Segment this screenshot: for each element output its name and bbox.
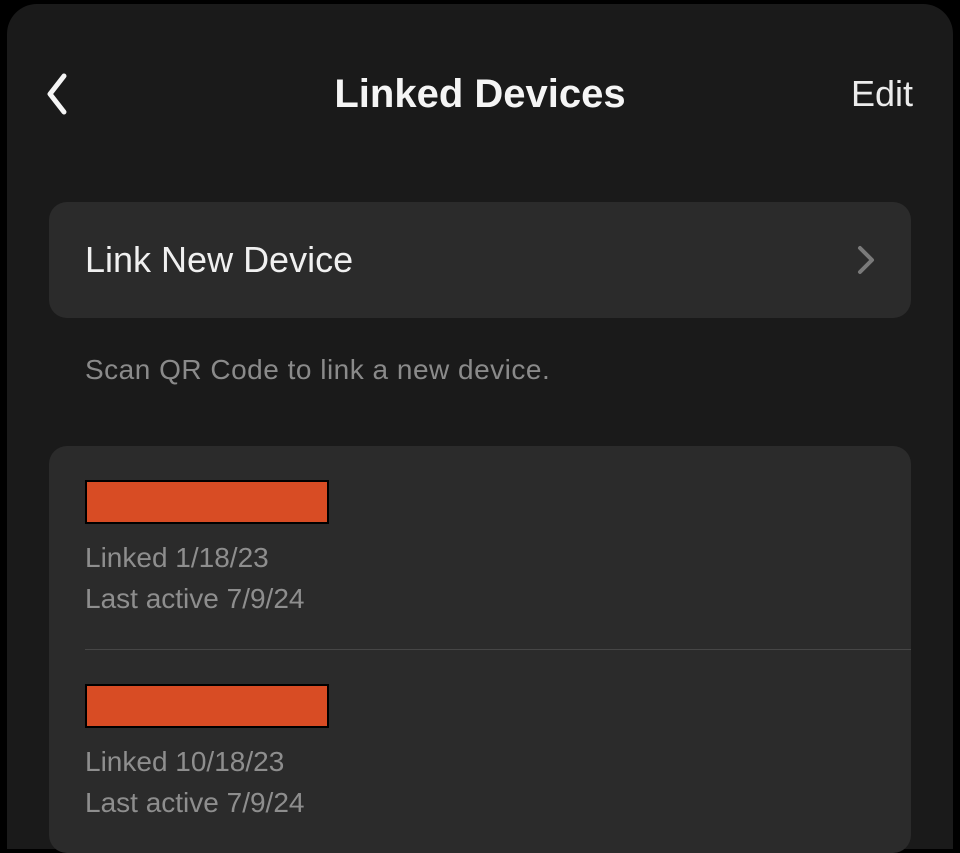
settings-page: Linked Devices Edit Link New Device Scan… xyxy=(7,4,953,849)
link-new-device-label: Link New Device xyxy=(85,239,353,281)
linked-devices-list: Linked 1/18/23 Last active 7/9/24 Linked… xyxy=(49,446,911,853)
page-title: Linked Devices xyxy=(334,72,625,117)
chevron-right-icon xyxy=(857,245,875,275)
link-new-device-row[interactable]: Link New Device xyxy=(49,202,911,318)
device-linked-date: Linked 1/18/23 xyxy=(85,538,875,579)
edit-button[interactable]: Edit xyxy=(851,73,913,115)
back-button[interactable] xyxy=(35,72,79,116)
device-linked-date: Linked 10/18/23 xyxy=(85,742,875,783)
chevron-left-icon xyxy=(44,72,70,116)
device-last-active: Last active 7/9/24 xyxy=(85,579,875,620)
redacted-device-name xyxy=(85,684,329,728)
link-new-hint: Scan QR Code to link a new device. xyxy=(85,354,911,386)
device-row[interactable]: Linked 10/18/23 Last active 7/9/24 xyxy=(49,650,911,853)
redacted-device-name xyxy=(85,480,329,524)
content-area: Link New Device Scan QR Code to link a n… xyxy=(7,134,953,853)
device-row[interactable]: Linked 1/18/23 Last active 7/9/24 xyxy=(49,446,911,649)
header-bar: Linked Devices Edit xyxy=(7,54,953,134)
device-last-active: Last active 7/9/24 xyxy=(85,783,875,824)
